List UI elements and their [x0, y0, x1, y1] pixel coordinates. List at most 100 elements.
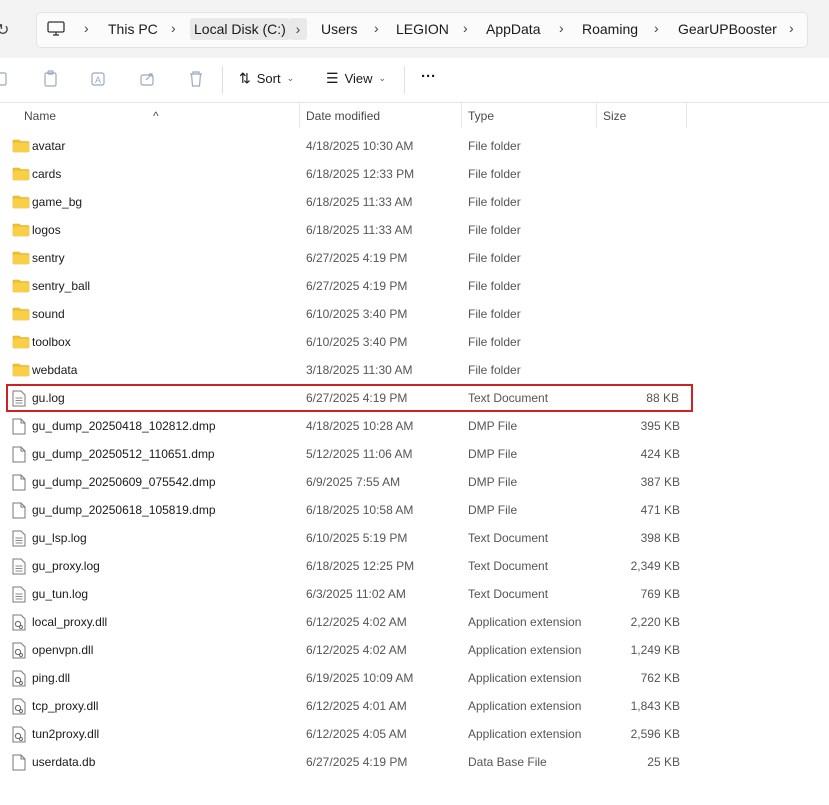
breadcrumb-chevron-icon[interactable]: › [374, 20, 379, 36]
file-row[interactable]: sentry 6/27/2025 4:19 PM File folder [0, 244, 829, 272]
column-resize-handle[interactable] [299, 102, 300, 128]
breadcrumb-chevron-icon[interactable]: › [289, 18, 307, 40]
file-row[interactable]: userdata.db 6/27/2025 4:19 PM Data Base Fi… [0, 748, 829, 776]
breadcrumb-chevron-icon[interactable]: › [84, 20, 89, 36]
file-row[interactable]: sentry_ball 6/27/2025 4:19 PM File folder [0, 272, 829, 300]
file-row[interactable]: gu_dump_20250418_102812.dmp 4/18/2025 10:… [0, 412, 829, 440]
breadcrumb-chevron-icon[interactable]: › [789, 20, 794, 36]
rename-icon[interactable]: A [90, 70, 108, 88]
file-row[interactable]: gu.log 6/27/2025 4:19 PM Text Document 88 K… [6, 384, 693, 412]
toolbar-divider [222, 66, 223, 94]
refresh-icon[interactable]: ↻ [0, 20, 9, 40]
file-name: gu.log [32, 391, 65, 405]
file-name: webdata [32, 363, 78, 377]
folder-icon [12, 222, 30, 241]
file-type: Text Document [468, 391, 549, 405]
file-row[interactable]: game_bg 6/18/2025 11:33 AM File folder [0, 188, 829, 216]
file-row[interactable]: toolbox 6/10/2025 3:40 PM File folder [0, 328, 829, 356]
column-resize-handle[interactable] [596, 102, 597, 128]
breadcrumb-roaming[interactable]: Roaming [582, 21, 638, 37]
file-row[interactable]: logos 6/18/2025 11:33 AM File folder [0, 216, 829, 244]
file-name: gu_proxy.log [32, 559, 100, 573]
breadcrumb-gearupbooster[interactable]: GearUPBooster [678, 21, 777, 37]
file-row[interactable]: tun2proxy.dll 6/12/2025 4:05 AM Applicatio… [0, 720, 829, 748]
file-size: 387 KB [640, 475, 680, 489]
file-row[interactable]: local_proxy.dll 6/12/2025 4:02 AM Applicat… [0, 608, 829, 636]
breadcrumb-appdata[interactable]: AppData [486, 21, 540, 37]
file-row[interactable]: gu_dump_20250609_075542.dmp 6/9/2025 7:55… [0, 468, 829, 496]
file-type: Data Base File [468, 755, 547, 769]
file-size: 395 KB [640, 419, 680, 433]
file-type: Application extension [468, 643, 582, 657]
dll-file-icon [12, 614, 26, 634]
column-resize-handle[interactable] [686, 102, 687, 128]
file-type: Application extension [468, 699, 582, 713]
file-row[interactable]: gu_dump_20250512_110651.dmp 5/12/2025 11:… [0, 440, 829, 468]
dll-file-icon [12, 698, 26, 718]
breadcrumb-chevron-icon[interactable]: › [559, 20, 564, 36]
breadcrumb-local-disk[interactable]: Local Disk (C:) [190, 18, 290, 40]
file-name: sentry_ball [32, 279, 91, 293]
file-type: File folder [468, 363, 521, 377]
file-date-modified: 6/9/2025 7:55 AM [306, 475, 401, 489]
file-size: 424 KB [640, 447, 680, 461]
file-date-modified: 6/18/2025 12:25 PM [306, 559, 415, 573]
file-row[interactable]: openvpn.dll 6/12/2025 4:02 AM Application … [0, 636, 829, 664]
file-type: Text Document [468, 559, 549, 573]
folder-icon [12, 334, 30, 353]
breadcrumb-this-pc[interactable]: This PC [108, 21, 158, 37]
file-type: Application extension [468, 671, 582, 685]
file-size: 471 KB [640, 503, 680, 517]
view-button[interactable]: ☰ View ⌄ [326, 70, 386, 87]
column-header-name[interactable]: Name [24, 109, 56, 123]
file-name: tun2proxy.dll [32, 727, 100, 741]
file-row[interactable]: gu_dump_20250618_105819.dmp 6/18/2025 10:… [0, 496, 829, 524]
share-icon[interactable] [139, 70, 157, 88]
file-row[interactable]: webdata 3/18/2025 11:30 AM File folder [0, 356, 829, 384]
file-icon [12, 502, 26, 522]
file-type: DMP File [468, 447, 518, 461]
column-header-size[interactable]: Size [603, 109, 626, 123]
sort-label: Sort [256, 71, 281, 86]
file-size: 25 KB [647, 755, 680, 769]
file-row[interactable]: tcp_proxy.dll 6/12/2025 4:01 AM Applicatio… [0, 692, 829, 720]
file-size: 769 KB [640, 587, 680, 601]
address-bar-area: ↻ › This PC › Local Disk (C:) › Users › … [0, 0, 829, 58]
file-name: game_bg [32, 195, 83, 209]
file-type: File folder [468, 307, 521, 321]
sort-button[interactable]: ⇅ Sort ⌄ [239, 70, 294, 87]
column-header: ^ Name Date modified Type Size [0, 102, 829, 128]
dll-file-icon [12, 642, 26, 662]
file-icon [12, 474, 26, 494]
file-row[interactable]: avatar 4/18/2025 10:30 AM File folder [0, 132, 829, 160]
address-bar[interactable]: › This PC › Local Disk (C:) › Users › LE… [36, 12, 808, 48]
file-row[interactable]: gu_tun.log 6/3/2025 11:02 AM Text Document… [0, 580, 829, 608]
file-name: openvpn.dll [32, 643, 94, 657]
more-options-button[interactable]: ··· [421, 68, 436, 85]
file-row[interactable]: gu_lsp.log 6/10/2025 5:19 PM Text Document… [0, 524, 829, 552]
column-header-date[interactable]: Date modified [306, 109, 380, 123]
column-resize-handle[interactable] [461, 102, 462, 128]
file-row[interactable]: ping.dll 6/19/2025 10:09 AM Application ex… [0, 664, 829, 692]
file-type: Text Document [468, 531, 549, 545]
file-type: DMP File [468, 503, 518, 517]
breadcrumb-chevron-icon[interactable]: › [463, 20, 468, 36]
copy-icon[interactable] [0, 70, 10, 88]
breadcrumb-legion[interactable]: LEGION [396, 21, 449, 37]
text-file-icon [12, 586, 26, 606]
view-icon: ☰ [326, 70, 339, 86]
column-header-type[interactable]: Type [468, 109, 494, 123]
delete-icon[interactable] [188, 70, 204, 88]
file-row[interactable]: gu_proxy.log 6/18/2025 12:25 PM Text Docum… [0, 552, 829, 580]
paste-icon[interactable] [42, 70, 60, 88]
breadcrumb-users[interactable]: Users [321, 21, 358, 37]
breadcrumb-chevron-icon[interactable]: › [654, 20, 659, 36]
this-pc-icon[interactable] [47, 21, 65, 37]
file-date-modified: 4/18/2025 10:30 AM [306, 139, 414, 153]
file-row[interactable]: cards 6/18/2025 12:33 PM File folder [0, 160, 829, 188]
file-row[interactable]: sound 6/10/2025 3:40 PM File folder [0, 300, 829, 328]
file-icon [12, 418, 26, 438]
file-date-modified: 4/18/2025 10:28 AM [306, 419, 414, 433]
file-type: DMP File [468, 475, 518, 489]
breadcrumb-chevron-icon[interactable]: › [171, 20, 176, 36]
